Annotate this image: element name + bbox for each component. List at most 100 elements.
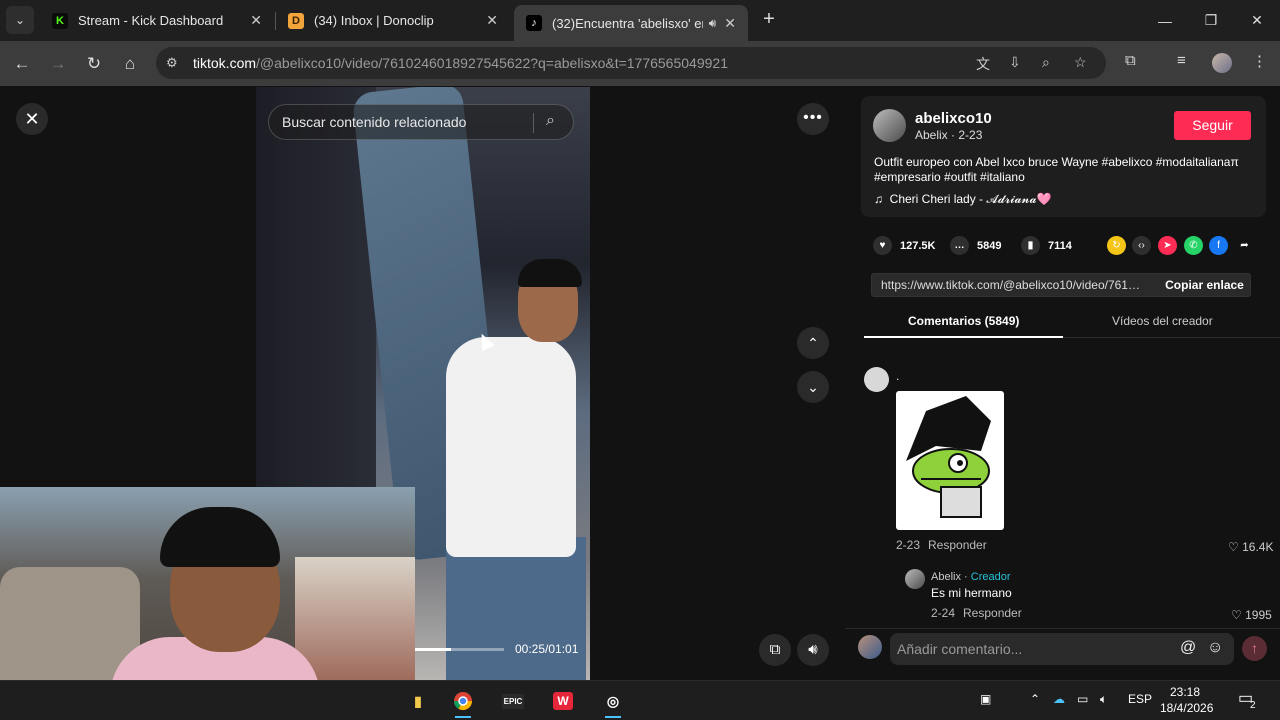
bookmark-star-icon[interactable]: ☆	[1074, 54, 1087, 71]
comment-like-button[interactable]: ♡ 16.4K	[1228, 540, 1273, 554]
send-comment-icon[interactable]: ↑	[1242, 636, 1267, 661]
volume-icon[interactable]: 🔊︎	[797, 634, 829, 666]
related-search-input[interactable]: Buscar contenido relacionado ⌕	[268, 104, 574, 140]
close-tab-icon[interactable]: ✕	[250, 12, 262, 29]
video-frame-pants	[446, 537, 586, 680]
onedrive-icon[interactable]: ☁	[1053, 692, 1065, 706]
chrome-menu-icon[interactable]: ⋮	[1252, 52, 1267, 70]
follow-button[interactable]: Seguir	[1174, 111, 1251, 140]
url-host: tiktok.com	[193, 55, 257, 71]
close-tab-icon[interactable]: ✕	[486, 12, 498, 29]
reply-avatar[interactable]	[905, 569, 925, 589]
reload-icon[interactable]: ↻	[82, 52, 106, 76]
comment-sticker	[896, 391, 1004, 530]
reply-author-line: Abelix · Creador	[931, 571, 1011, 583]
creator-badge: Creador	[970, 571, 1011, 583]
emoji-icon[interactable]: ☺	[1207, 639, 1223, 657]
save-button[interactable]: ▮ 7114	[1021, 236, 1072, 255]
chrome-taskbar-icon[interactable]	[443, 686, 483, 718]
save-count: 7114	[1048, 239, 1072, 252]
video-frame-shirt	[446, 337, 576, 557]
music-link[interactable]: ♫ Cheri Cheri lady - 𝓐𝓭𝓻𝓲𝓪𝓷𝓪🩷	[874, 192, 1052, 207]
tray-overflow-icon[interactable]: ⌃	[1030, 692, 1040, 706]
tab-comments[interactable]: Comentarios (5849)	[908, 314, 1019, 328]
browser-toolbar: ← → ↻ ⌂ ⚙ tiktok.com/@abelixco10/video/7…	[0, 41, 1280, 86]
music-note-icon: ♫	[874, 192, 890, 206]
reply-author[interactable]: Abelix	[931, 571, 961, 583]
embed-icon[interactable]: ‹›	[1132, 236, 1151, 255]
floating-player-icon[interactable]: ⧉	[759, 634, 791, 666]
more-options-icon[interactable]: •••	[797, 103, 829, 135]
kick-favicon-icon: K	[52, 12, 68, 29]
tab-title: (34) Inbox | Donoclip	[314, 13, 434, 28]
site-info-icon[interactable]: ⚙	[166, 55, 178, 71]
epic-games-icon[interactable]: EPIC	[493, 686, 533, 716]
tab-title: (32)Encuentra 'abelisxo' en	[552, 15, 703, 31]
webcam-headphones	[160, 507, 280, 567]
next-video-icon[interactable]: ⌄	[797, 371, 829, 403]
back-icon[interactable]: ←	[10, 52, 34, 76]
repost-icon[interactable]: ↻	[1107, 236, 1126, 255]
comment-placeholder: Añadir comentario...	[897, 641, 1023, 657]
comment-author[interactable]: .	[896, 369, 899, 383]
heart-outline-icon: ♡	[1228, 540, 1243, 554]
donoclip-favicon-icon: D	[288, 12, 304, 29]
media-controls-icon[interactable]: ≡	[1177, 52, 1186, 69]
mention-icon[interactable]: @	[1180, 639, 1196, 657]
reply-button[interactable]: Responder	[928, 538, 987, 552]
zoom-icon[interactable]: ⌕	[1042, 54, 1050, 71]
copy-link-button[interactable]: Copiar enlace	[1157, 274, 1252, 296]
reply-like-button[interactable]: ♡ 1995	[1231, 608, 1272, 622]
video-link[interactable]: https://www.tiktok.com/@abelixco10/video…	[881, 278, 1146, 292]
creator-avatar[interactable]	[873, 109, 906, 142]
close-window-icon[interactable]: ✕	[1234, 0, 1280, 41]
facebook-icon[interactable]: f	[1209, 236, 1228, 255]
home-icon[interactable]: ⌂	[118, 52, 142, 76]
restore-icon[interactable]: ❐	[1188, 0, 1234, 41]
wps-office-icon[interactable]: W	[543, 686, 583, 716]
video-progress-bar[interactable]	[414, 648, 504, 651]
address-bar[interactable]: ⚙ tiktok.com/@abelixco10/video/761024601…	[156, 47, 1106, 79]
url-path: /@abelixco10/video/7610246018927545622?q…	[256, 55, 728, 71]
speaker-icon[interactable]: 🔈︎	[1100, 692, 1107, 707]
whatsapp-icon[interactable]: ✆	[1184, 236, 1203, 255]
video-time: 00:25/01:01	[515, 642, 579, 656]
comment-button[interactable]: … 5849	[950, 236, 1001, 255]
send-to-friends-icon[interactable]: ➤	[1158, 236, 1177, 255]
file-explorer-icon[interactable]: ▮	[398, 686, 438, 716]
creator-subtitle: Abelix · 2-23	[915, 128, 983, 142]
minimize-icon[interactable]: —	[1142, 0, 1188, 41]
profile-avatar[interactable]	[1212, 53, 1232, 73]
forward-icon[interactable]: →	[46, 52, 70, 76]
translate-icon[interactable]: 文	[976, 54, 990, 74]
extensions-icon[interactable]: ⧉	[1125, 52, 1136, 69]
like-button[interactable]: ♥ 127.5K	[873, 236, 935, 255]
install-app-icon[interactable]: ⇩	[1009, 54, 1021, 71]
close-tab-icon[interactable]: ✕	[724, 15, 736, 32]
video-description: Outfit europeo con Abel Ixco bruce Wayne…	[874, 155, 1239, 184]
screen-capture-icon[interactable]: ▣	[980, 692, 991, 706]
heart-icon: ♥	[873, 236, 892, 255]
obs-studio-icon[interactable]: ◎	[593, 686, 633, 718]
share-arrow-icon[interactable]: ➦	[1235, 236, 1254, 255]
comment-date: 2-23	[896, 538, 921, 552]
network-icon[interactable]: ▭	[1077, 692, 1088, 706]
close-icon[interactable]: ✕	[16, 103, 48, 135]
previous-video-icon[interactable]: ⌃	[797, 327, 829, 359]
tab-creator-videos[interactable]: Vídeos del creador	[1112, 314, 1213, 328]
tab-donoclip[interactable]: D (34) Inbox | Donoclip ✕	[276, 0, 510, 41]
reply-button[interactable]: Responder	[963, 606, 1022, 620]
comment-input[interactable]: Añadir comentario... @ ☺	[890, 633, 1234, 665]
creator-username[interactable]: abelixco10	[915, 110, 992, 127]
input-language[interactable]: ESP	[1128, 692, 1152, 706]
audio-playing-icon[interactable]: 🔊︎	[709, 16, 717, 31]
tab-search-icon[interactable]: ⌄	[6, 6, 34, 34]
comment-avatar[interactable]	[864, 367, 889, 392]
tab-tiktok[interactable]: ♪ (32)Encuentra 'abelisxo' en 🔊︎ ✕	[514, 5, 748, 41]
url-text[interactable]: tiktok.com/@abelixco10/video/76102460189…	[193, 55, 728, 71]
taskbar-clock[interactable]: 23:18 18/4/2026	[1160, 684, 1213, 716]
search-icon[interactable]: ⌕	[546, 112, 555, 130]
new-tab-icon[interactable]: +	[758, 8, 780, 30]
tab-kick-dashboard[interactable]: K Stream - Kick Dashboard ✕	[40, 0, 274, 41]
tab-title: Stream - Kick Dashboard	[78, 13, 224, 28]
